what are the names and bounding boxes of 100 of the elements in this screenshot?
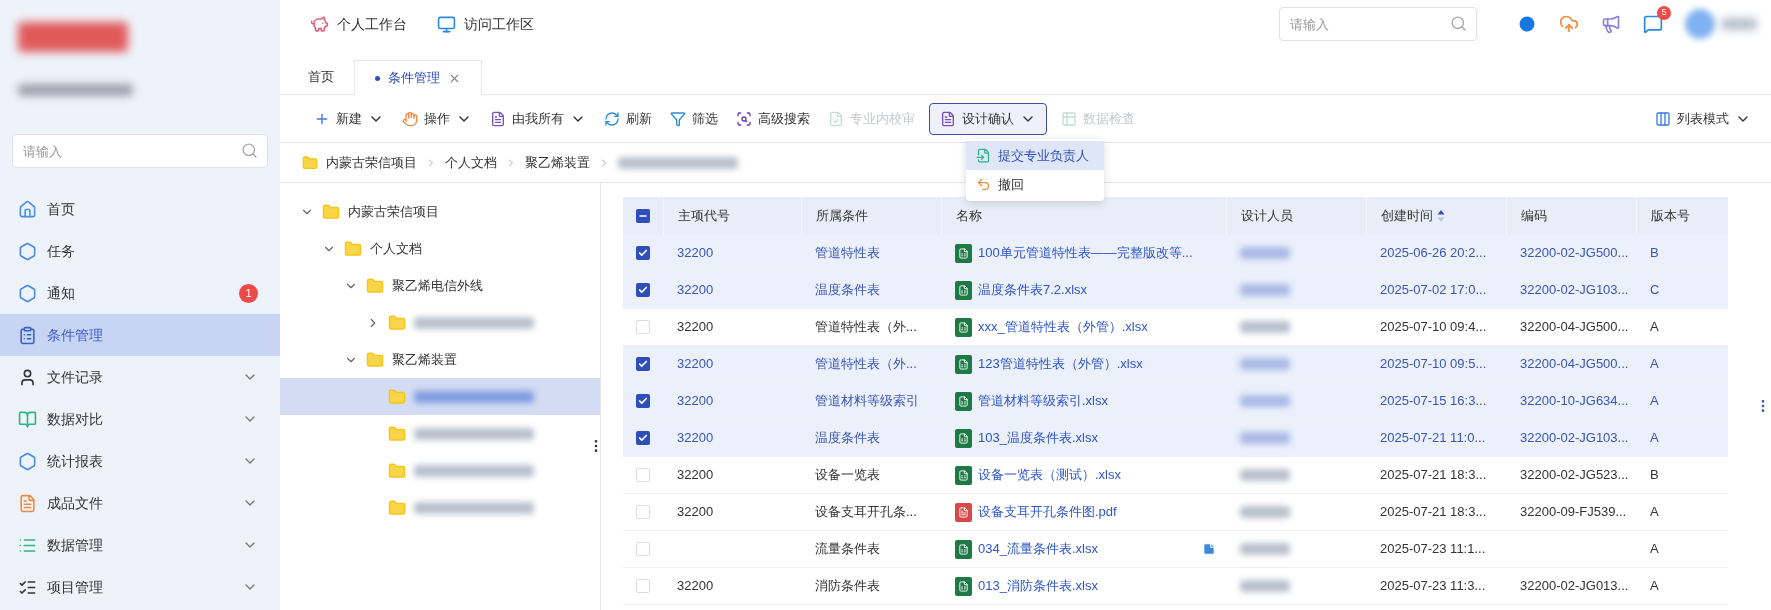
file-link[interactable]: 123管道特性表（外管）.xlsx	[978, 354, 1143, 374]
table-row[interactable]: 32200 管道特性表（外... 123管道特性表（外管）.xlsx 2025-07-10 09:5... 32200-04-JG500... A	[623, 346, 1728, 383]
blurred-text	[1240, 543, 1290, 555]
note-icon[interactable]	[1202, 542, 1216, 556]
file-link[interactable]: 034_流量条件表.xlsx	[978, 539, 1098, 559]
toolbar-button[interactable]: 设计确认	[929, 102, 1047, 135]
message-icon[interactable]	[1643, 14, 1663, 34]
sidebar-label: 条件管理	[47, 325, 104, 345]
tree-node[interactable]: 聚乙烯电信外线	[280, 267, 600, 304]
search-icon[interactable]	[241, 142, 258, 159]
sidebar-item[interactable]: 条件管理	[0, 314, 280, 356]
table-row[interactable]: 32200 温度条件表 103_温度条件表.xlsx 2025-07-21 11:0... 32200-02-JG103... A	[623, 420, 1728, 457]
tree-node[interactable]	[280, 378, 600, 415]
row-checkbox[interactable]	[636, 283, 650, 297]
row-checkbox[interactable]	[636, 320, 650, 334]
blurred-text	[1240, 469, 1290, 481]
row-checkbox[interactable]	[636, 505, 650, 519]
table-cell-text: 2025-07-23 11:1...	[1380, 540, 1486, 559]
sidebar-item[interactable]: 文件记录	[0, 356, 280, 398]
select-all-checkbox[interactable]	[636, 209, 650, 223]
table-row[interactable]: 32200 温度条件表 温度条件表7.2.xlsx 2025-07-02 17:0... 32200-02-JG103... C	[623, 272, 1728, 309]
table-row[interactable]: 32200 管道特性表 100单元管道特性表——完整版改等... 2025-06-26 20:2... 32200-02-JG500... B	[623, 235, 1728, 272]
blurred-text	[1240, 395, 1290, 407]
megaphone-icon[interactable]	[1601, 14, 1621, 34]
tree-node[interactable]: 个人文档	[280, 230, 600, 267]
hexagon-icon	[18, 451, 37, 471]
piggy-bank-icon	[310, 14, 329, 34]
spreadsheet-file-icon	[955, 280, 972, 300]
menu-item[interactable]: 撤回	[966, 170, 1104, 199]
table-cell-text: 32200	[677, 318, 714, 337]
tree-label: 聚乙烯装置	[392, 350, 457, 369]
row-checkbox[interactable]	[636, 468, 650, 482]
table-cell-text: 32200	[677, 577, 714, 596]
sidebar-item[interactable]: 数据管理	[0, 524, 280, 566]
file-link[interactable]: 103_温度条件表.xlsx	[978, 428, 1098, 448]
file-link[interactable]: xxx_管道特性表（外管）.xlsx	[978, 317, 1148, 337]
search-field[interactable]: 请输入	[12, 134, 268, 168]
row-checkbox[interactable]	[636, 579, 650, 593]
sidebar-item[interactable]: 数据对比	[0, 398, 280, 440]
file-link[interactable]: 温度条件表7.2.xlsx	[978, 280, 1088, 300]
sidebar-item[interactable]: 成品文件	[0, 482, 280, 524]
search-icon[interactable]	[1450, 15, 1467, 32]
table-cell-text: 设备一览表	[815, 466, 880, 485]
sidebar-label: 任务	[47, 241, 76, 261]
toolbar-button[interactable]: 筛选	[666, 102, 722, 135]
sidebar-item[interactable]: 首页	[0, 188, 280, 230]
avatar[interactable]	[1685, 9, 1715, 39]
file-link[interactable]: 管道材料等级索引.xlsx	[978, 391, 1108, 411]
table-cell-text: 32200	[677, 355, 714, 374]
table-cell-text: 32200	[677, 281, 714, 300]
table-cell-text: 32200-02-JG103...	[1520, 281, 1629, 300]
row-checkbox[interactable]	[636, 542, 650, 556]
book-icon	[18, 409, 37, 429]
file-link[interactable]: 设备支耳开孔条件图.pdf	[978, 502, 1117, 522]
file-link[interactable]: 013_消防条件表.xlsx	[978, 576, 1098, 596]
sidebar-item[interactable]: 统计报表	[0, 440, 280, 482]
tab[interactable]: 条件管理	[354, 60, 482, 95]
tree-node[interactable]: 聚乙烯装置	[280, 341, 600, 378]
table-cell-text: 2025-07-23 11:3...	[1380, 577, 1486, 596]
table-row[interactable]: 32200 管道材料等级索引 管道材料等级索引.xlsx 2025-07-15 16:3... 32200-10-JG634... A	[623, 383, 1728, 420]
row-checkbox[interactable]	[636, 394, 650, 408]
breadcrumb-link[interactable]: 内蒙古荣信项目	[326, 152, 417, 173]
sidebar-item[interactable]: 任务	[0, 230, 280, 272]
breadcrumb-link[interactable]: 个人文档	[445, 152, 497, 173]
nav-link[interactable]: 访问工作区	[437, 13, 534, 35]
table-cell-text: 32200	[677, 466, 714, 485]
tree-node[interactable]: 内蒙古荣信项目	[280, 193, 600, 230]
row-checkbox[interactable]	[636, 246, 650, 260]
table-cell-text: 2025-07-21 18:3...	[1380, 466, 1487, 485]
tab[interactable]: 首页	[288, 59, 354, 94]
view-mode-button[interactable]: 列表模式	[1655, 108, 1751, 129]
table-cell-text: 2025-07-21 18:3...	[1380, 503, 1487, 522]
nav-link[interactable]: 个人工作台	[310, 13, 407, 35]
blurred-text	[1240, 247, 1290, 259]
file-link[interactable]: 设备一览表（测试）.xlsx	[978, 465, 1121, 485]
toolbar-button[interactable]: 高级搜索	[732, 102, 814, 135]
toolbar-button[interactable]: 刷新	[600, 102, 656, 135]
breadcrumb-link[interactable]: 聚乙烯装置	[525, 152, 590, 173]
row-checkbox[interactable]	[636, 431, 650, 445]
sidebar-item[interactable]: 项目管理	[0, 566, 280, 608]
toolbar-button[interactable]: 操作	[398, 102, 476, 135]
toolbar-button[interactable]: 新建	[310, 102, 388, 135]
table-cell-text: 32200-04-JG500...	[1520, 355, 1629, 374]
sidebar-item[interactable]: 通知 1	[0, 272, 280, 314]
table-cell-text: A	[1650, 577, 1659, 596]
row-checkbox[interactable]	[636, 357, 650, 371]
cloud-upload-icon[interactable]	[1559, 14, 1579, 34]
file-link[interactable]: 100单元管道特性表——完整版改等...	[978, 243, 1193, 263]
table-cell-text: A	[1650, 392, 1659, 411]
blurred-text	[1721, 18, 1757, 30]
hexagon-icon	[18, 283, 37, 303]
table-cell-text: 设备支耳开孔条...	[815, 503, 917, 522]
folder-icon	[388, 424, 406, 443]
sort-icon[interactable]	[1437, 209, 1445, 223]
table-cell-text: A	[1650, 540, 1659, 559]
menu-item[interactable]: 提交专业负责人	[966, 141, 1104, 170]
blurred-text	[1240, 358, 1290, 370]
toolbar-button[interactable]: 由我所有	[486, 102, 590, 135]
file-arrow-icon	[976, 148, 991, 163]
search-field[interactable]: 请输入	[1279, 7, 1477, 41]
